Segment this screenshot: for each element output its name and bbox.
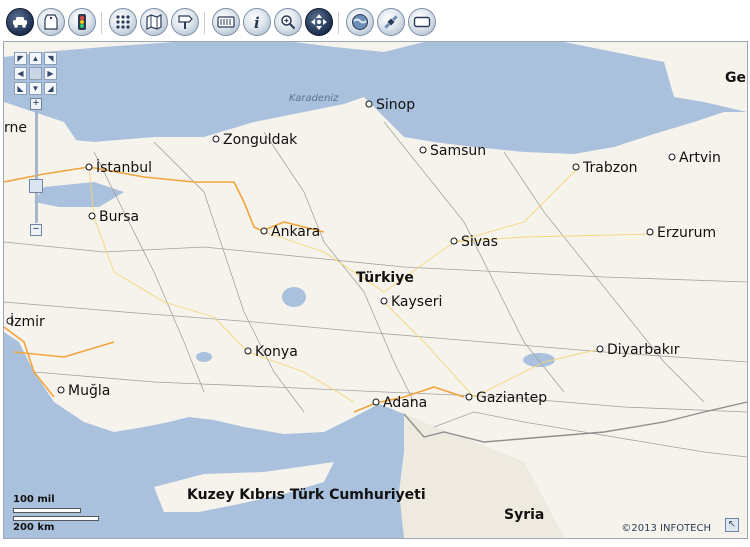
city-label-sivas: Sivas	[461, 234, 498, 250]
satellite-icon[interactable]	[377, 8, 405, 36]
pan-down-left-button[interactable]: ◣	[14, 82, 27, 95]
city-label-ankara: Ankara	[271, 224, 320, 240]
pan-up-button[interactable]: ▲	[29, 52, 42, 65]
city-label-trabzon: Trabzon	[582, 160, 638, 176]
city-label-sinop: Sinop	[376, 97, 415, 113]
city-label-istanbul: İstanbul	[96, 158, 152, 176]
country-label-turkiye: Türkiye	[356, 270, 414, 286]
city-label-diyarbakir: Diyarbakır	[607, 342, 680, 358]
keyboard-icon[interactable]	[212, 8, 240, 36]
city-marker-trabzon	[572, 163, 580, 171]
city-marker-bursa	[88, 212, 96, 220]
car-icon[interactable]	[6, 8, 34, 36]
zoom-search-icon[interactable]	[274, 8, 302, 36]
zoom-out-button[interactable]: −	[30, 224, 42, 236]
map-canvas[interactable]: Karadeniz Sinop Zonguldak Samsun Trabzon…	[3, 41, 748, 539]
city-label-edirne: rne	[4, 120, 27, 136]
copyright-text: ©2013 INFOTECH	[621, 523, 711, 534]
city-marker-ankara	[260, 227, 268, 235]
city-label-kayseri: Kayseri	[391, 294, 442, 310]
city-marker-diyarbakir	[596, 345, 604, 353]
city-marker-gaziantep	[465, 393, 473, 401]
country-label-cyprus: Kuzey Kıbrıs Türk Cumhuriyeti	[187, 487, 426, 503]
globe-icon[interactable]	[346, 8, 374, 36]
pan-left-button[interactable]: ◀	[14, 67, 27, 80]
city-marker-adana	[372, 398, 380, 406]
scale-label-miles: 100 mil	[13, 494, 55, 505]
city-label-artvin: Artvin	[679, 150, 721, 166]
city-label-adana: Adana	[383, 395, 427, 411]
toolbar-separator	[101, 12, 102, 34]
traffic-light-icon[interactable]	[68, 8, 96, 36]
city-label-gaziantep: Gaziantep	[476, 390, 547, 406]
map-toolbar: i	[0, 0, 750, 42]
grid-icon[interactable]	[109, 8, 137, 36]
rectangle-icon[interactable]	[408, 8, 436, 36]
map-icon[interactable]	[140, 8, 168, 36]
city-label-konya: Konya	[255, 344, 298, 360]
country-label-syria: Syria	[504, 507, 544, 523]
city-label-erzurum: Erzurum	[657, 225, 716, 241]
city-marker-istanbul	[85, 163, 93, 171]
svg-text:i: i	[254, 14, 260, 30]
city-marker-artvin	[668, 153, 676, 161]
country-label-georgia: Ge	[725, 70, 746, 86]
city-marker-zonguldak	[212, 135, 220, 143]
city-marker-sinop	[365, 100, 373, 108]
zoom-in-button[interactable]: +	[30, 98, 42, 110]
signpost-icon[interactable]	[171, 8, 199, 36]
scale-label-km: 200 km	[13, 522, 55, 533]
pan-control[interactable]: ◤ ▲ ◥ ◀ ▶ ◣ ▼ ◢	[14, 52, 58, 96]
lake-beysehir	[196, 352, 212, 362]
city-marker-samsun	[419, 146, 427, 154]
city-label-zonguldak: Zonguldak	[223, 132, 298, 148]
city-marker-erzurum	[646, 228, 654, 236]
city-label-samsun: Samsun	[430, 143, 486, 159]
pan-center-button[interactable]	[29, 67, 42, 80]
city-marker-sivas	[450, 237, 458, 245]
expand-corner-icon[interactable]: ↖	[725, 518, 739, 532]
tag-icon[interactable]	[37, 8, 65, 36]
city-label-bursa: Bursa	[99, 209, 139, 225]
pan-arrows-icon[interactable]	[305, 8, 333, 36]
pan-up-left-button[interactable]: ◤	[14, 52, 27, 65]
city-label-mugla: Muğla	[68, 383, 110, 399]
scale-bar-km	[13, 516, 99, 521]
scale-bar-miles	[13, 508, 81, 513]
pan-down-right-button[interactable]: ◢	[44, 82, 57, 95]
lake-tuz	[282, 287, 306, 307]
city-marker-mugla	[57, 386, 65, 394]
pan-right-button[interactable]: ▶	[44, 67, 57, 80]
toolbar-separator	[338, 12, 339, 34]
city-marker-kayseri	[380, 297, 388, 305]
toolbar-separator	[204, 12, 205, 34]
pan-down-button[interactable]: ▼	[29, 82, 42, 95]
zoom-slider-knob[interactable]	[29, 179, 43, 193]
city-marker-konya	[244, 347, 252, 355]
zoom-slider-track[interactable]	[35, 111, 38, 223]
city-label-izmir: İzmir	[10, 312, 45, 330]
info-icon[interactable]: i	[243, 8, 271, 36]
sea-label-karadeniz: Karadeniz	[289, 93, 339, 104]
pan-up-right-button[interactable]: ◥	[44, 52, 57, 65]
